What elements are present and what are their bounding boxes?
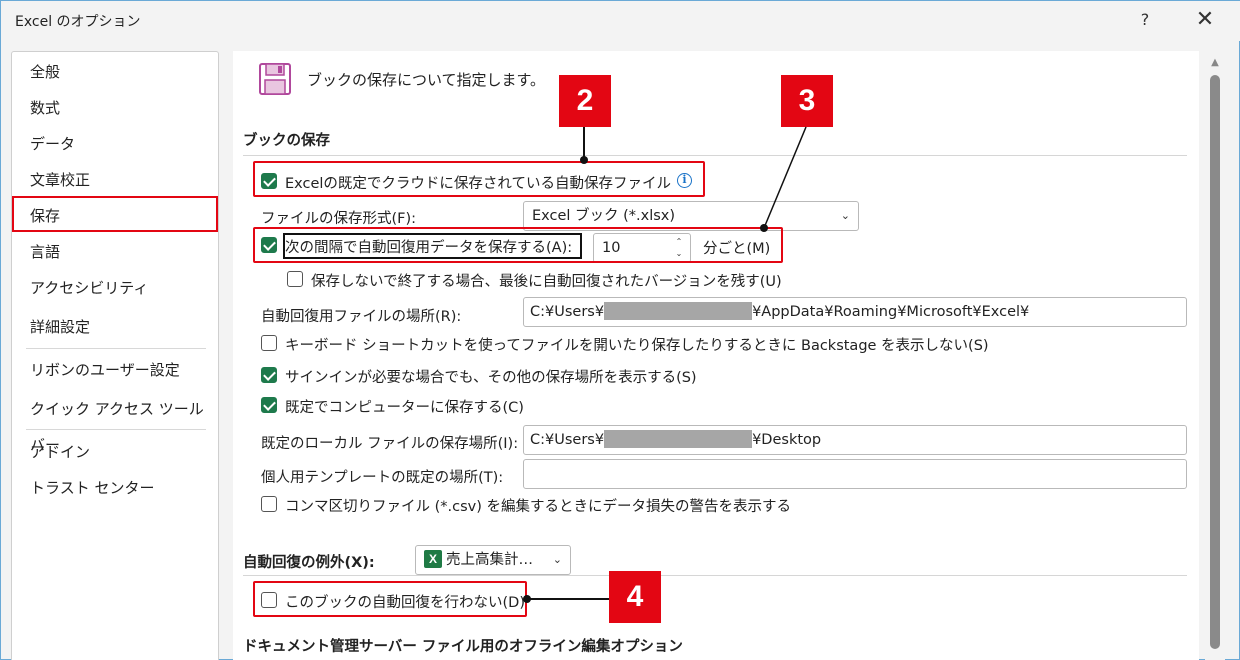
show-places-checkbox[interactable]: [261, 367, 277, 383]
callout-dot-2: [580, 156, 588, 164]
file-format-label: ファイルの保存形式(F):: [261, 211, 417, 227]
scroll-thumb[interactable]: [1210, 75, 1220, 649]
autorecover-location-input[interactable]: C:¥Users¥ ¥AppData¥Roaming¥Microsoft¥Exce…: [523, 297, 1187, 327]
minutes-label: 分ごと(M): [703, 241, 771, 257]
chevron-down-icon: ⌄: [840, 209, 850, 222]
excel-options-dialog: Excel のオプション ? ✕ 全般 数式 データ 文章校正 保存 言語 アク…: [0, 0, 1240, 660]
template-location-input[interactable]: [523, 459, 1187, 489]
no-backstage-label: キーボード ショートカットを使ってファイルを開いたり保存したりするときに Bac…: [285, 338, 989, 354]
sidebar-item-advanced[interactable]: 詳細設定: [12, 309, 218, 345]
sidebar-item-general[interactable]: 全般: [12, 54, 218, 90]
sidebar-item-save[interactable]: 保存: [12, 196, 218, 232]
window-title: Excel のオプション: [15, 14, 141, 30]
sidebar-item-quick-access-toolbar[interactable]: クイック アクセス ツール バー: [12, 391, 218, 454]
sidebar-separator: [26, 429, 206, 430]
sidebar-item-customize-ribbon[interactable]: リボンのユーザー設定: [12, 352, 218, 388]
autosave-cloud-text: Excelの既定でクラウドに保存されている自動保存ファイル: [285, 176, 671, 192]
sidebar-item-trust-center[interactable]: トラスト センター: [12, 470, 218, 506]
file-format-value: Excel ブック (*.xlsx): [532, 208, 676, 224]
sidebar-item-proofing[interactable]: 文章校正: [12, 162, 218, 198]
help-button[interactable]: ?: [1133, 7, 1157, 33]
csv-warning-checkbox[interactable]: [261, 496, 277, 512]
autosave-cloud-checkbox[interactable]: [261, 173, 277, 189]
callout-leader-4: [527, 598, 609, 600]
callout-leader-2: [583, 127, 585, 159]
callout-badge-3: 3: [781, 75, 833, 127]
autorecover-minutes-spinner[interactable]: 10 ⌃ ⌄: [593, 233, 691, 263]
chevron-down-icon: ⌄: [552, 553, 562, 566]
excel-workbook-icon: X: [424, 549, 442, 568]
section-title-save-workbooks: ブックの保存: [243, 133, 330, 149]
file-format-select[interactable]: Excel ブック (*.xlsx) ⌄: [523, 201, 859, 231]
exception-workbook-select[interactable]: X 売上高集計… ⌄: [415, 545, 571, 575]
sidebar-item-data[interactable]: データ: [12, 126, 218, 162]
save-options-panel: ブックの保存について指定します。 ブックの保存 Excelの既定でクラウドに保存…: [233, 51, 1199, 660]
keep-last-version-label: 保存しないで終了する場合、最後に自動回復されたバージョンを残す(U): [311, 274, 782, 290]
sidebar-separator: [26, 348, 206, 349]
keep-last-version-checkbox[interactable]: [287, 271, 303, 287]
section-title-autorecover-exceptions: 自動回復の例外(X):: [243, 555, 375, 571]
page-description: ブックの保存について指定します。: [307, 71, 546, 89]
autorecover-location-prefix: C:¥Users¥: [530, 304, 605, 320]
callout-dot-3: [760, 224, 768, 232]
sidebar-item-add-ins[interactable]: アドイン: [12, 434, 218, 470]
callout-dot-4: [523, 595, 531, 603]
title-bar: Excel のオプション ? ✕: [1, 1, 1240, 41]
close-button[interactable]: ✕: [1187, 5, 1223, 35]
disable-autorecover-checkbox[interactable]: [261, 592, 277, 608]
disable-autorecover-label: このブックの自動回復を行わない(D): [285, 595, 525, 611]
section-title-offline-editing: ドキュメント管理サーバー ファイル用のオフライン編集オプション: [243, 639, 683, 655]
section-divider: [243, 155, 1187, 156]
csv-warning-label: コンマ区切りファイル (*.csv) を編集するときにデータ損失の警告を表示する: [285, 499, 791, 515]
autorecover-location-label: 自動回復用ファイルの場所(R):: [261, 309, 462, 325]
save-to-computer-label: 既定でコンピューターに保存する(C): [285, 400, 524, 416]
local-location-input[interactable]: C:¥Users¥ ¥Desktop: [523, 425, 1187, 455]
sidebar-item-language[interactable]: 言語: [12, 234, 218, 270]
sidebar-item-accessibility[interactable]: アクセシビリティ: [12, 270, 218, 306]
local-location-suffix: ¥Desktop: [752, 432, 822, 448]
no-backstage-checkbox[interactable]: [261, 335, 277, 351]
callout-badge-2: 2: [559, 75, 611, 127]
autosave-cloud-label: Excelの既定でクラウドに保存されている自動保存ファイル i: [285, 172, 692, 193]
section-divider: [243, 575, 1187, 576]
options-sidebar: 全般 数式 データ 文章校正 保存 言語 アクセシビリティ 詳細設定 リボンのユ…: [11, 51, 219, 660]
info-icon[interactable]: i: [676, 173, 692, 188]
exception-workbook-value: 売上高集計…: [446, 552, 533, 568]
autorecover-minutes-value: 10: [602, 240, 621, 256]
spinner-arrows-icon[interactable]: ⌃ ⌄: [674, 236, 684, 260]
save-to-computer-checkbox[interactable]: [261, 397, 277, 413]
redacted-username: [604, 301, 753, 320]
autorecover-label: 次の間隔で自動回復用データを保存する(A):: [285, 240, 573, 256]
template-location-label: 個人用テンプレートの既定の場所(T):: [261, 470, 504, 486]
vertical-scrollbar[interactable]: ▲: [1205, 51, 1225, 660]
local-location-prefix: C:¥Users¥: [530, 432, 605, 448]
local-location-label: 既定のローカル ファイルの保存場所(I):: [261, 436, 519, 452]
callout-badge-4: 4: [609, 571, 661, 623]
autorecover-checkbox[interactable]: [261, 237, 277, 253]
scroll-up-arrow-icon[interactable]: ▲: [1209, 57, 1221, 68]
redacted-username: [604, 429, 753, 448]
save-icon: [259, 63, 291, 95]
show-places-label: サインインが必要な場合でも、その他の保存場所を表示する(S): [285, 370, 697, 386]
autorecover-location-suffix: ¥AppData¥Roaming¥Microsoft¥Excel¥: [752, 304, 1030, 320]
sidebar-item-formulas[interactable]: 数式: [12, 90, 218, 126]
